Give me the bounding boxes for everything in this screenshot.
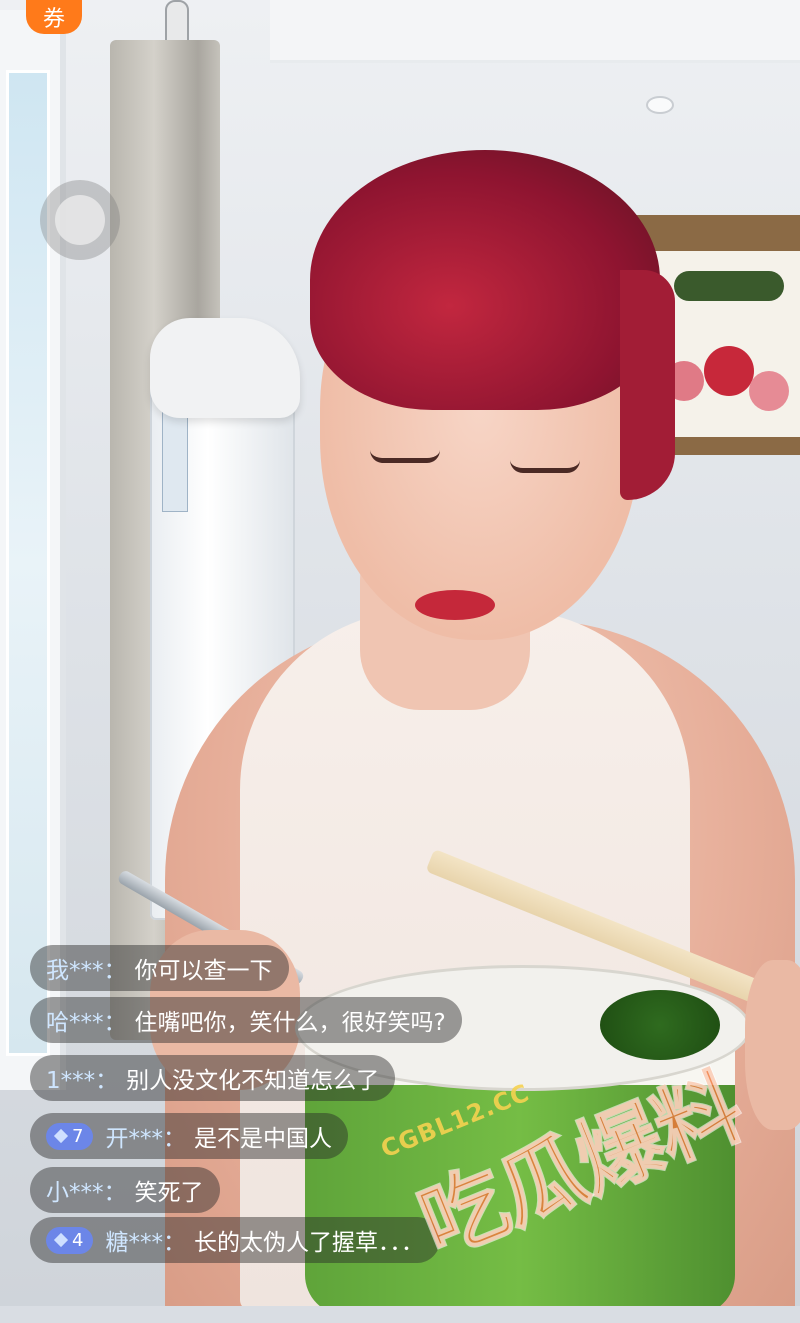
coupon-label: 券: [42, 7, 65, 32]
chat-text: 别人没文化不知道怎么了: [126, 1068, 380, 1094]
floating-ball-icon[interactable]: [40, 180, 120, 260]
lips: [415, 590, 495, 620]
chat-username: 糖***：: [105, 1230, 186, 1256]
hair-side: [620, 270, 675, 500]
level-number: 7: [72, 1125, 84, 1147]
chat-username: 1***：: [46, 1068, 119, 1094]
chat-text: 是不是中国人: [193, 1126, 332, 1152]
window: [0, 10, 66, 1090]
diamond-icon: [53, 1232, 69, 1248]
chat-text: 笑死了: [134, 1180, 204, 1206]
right-eye: [510, 460, 580, 473]
chat-message[interactable]: 小***： 笑死了: [30, 1167, 220, 1213]
level-number: 4: [72, 1229, 84, 1251]
diamond-icon: [53, 1128, 69, 1144]
chat-text: 长的太伪人了握草．．．: [193, 1230, 424, 1256]
chat-text: 你可以查一下: [134, 958, 273, 984]
chat-message[interactable]: 4 糖***： 长的太伪人了握草．．．: [30, 1217, 440, 1263]
chat-message[interactable]: 1***： 别人没文化不知道怎么了: [30, 1055, 396, 1101]
chat-message[interactable]: 我***： 你可以查一下: [30, 945, 289, 991]
level-badge: 7: [46, 1122, 94, 1150]
right-hand: [745, 960, 800, 1130]
chat-username: 我***：: [46, 958, 127, 984]
chat-message[interactable]: 7 开***： 是不是中国人: [30, 1113, 348, 1159]
chat-username: 小***：: [46, 1180, 127, 1206]
level-badge: 4: [46, 1226, 94, 1254]
chat-message[interactable]: 哈***： 住嘴吧你，笑什么，很好笑吗?: [30, 997, 462, 1043]
left-eye: [370, 450, 440, 463]
ceiling-light: [646, 96, 674, 114]
coupon-badge[interactable]: 券: [26, 0, 82, 34]
chat-username: 开***：: [105, 1126, 186, 1152]
hair: [310, 150, 660, 410]
floating-ball-core: [55, 195, 105, 245]
chat-username: 哈***：: [46, 1010, 127, 1036]
chat-text: 住嘴吧你，笑什么，很好笑吗?: [134, 1010, 446, 1036]
ceiling-trim: [270, 0, 800, 63]
